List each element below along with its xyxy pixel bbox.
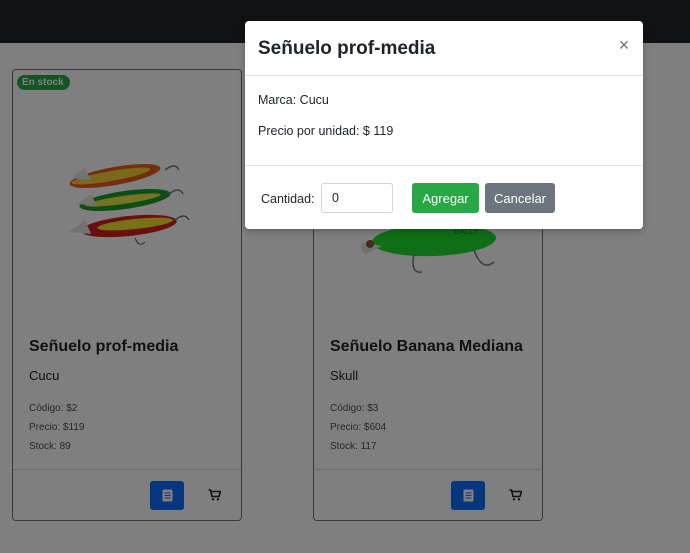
modal-header: Señuelo prof-media × — [245, 21, 643, 76]
close-icon[interactable]: × — [617, 36, 631, 54]
modal-brand: Marca: Cucu — [258, 93, 329, 107]
quantity-input[interactable] — [321, 183, 393, 213]
modal-footer: Cantidad: Agregar Cancelar — [245, 165, 643, 229]
cancel-button[interactable]: Cancelar — [485, 183, 555, 213]
modal-body: Marca: Cucu Precio por unidad: $ 119 — [245, 76, 643, 165]
modal-unit-price: Precio por unidad: $ 119 — [258, 124, 394, 138]
add-button[interactable]: Agregar — [412, 183, 479, 213]
modal-title: Señuelo prof-media — [258, 38, 436, 59]
quantity-label: Cantidad: — [261, 192, 315, 206]
add-to-cart-modal: Señuelo prof-media × Marca: Cucu Precio … — [245, 21, 643, 229]
